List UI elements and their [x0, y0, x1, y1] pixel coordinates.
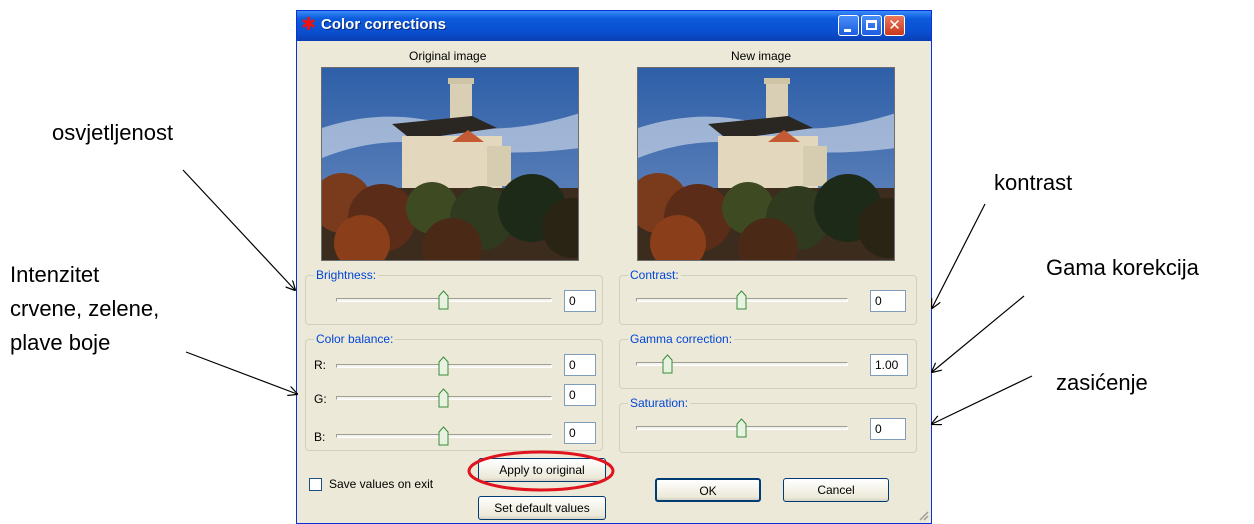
apply-highlight-ellipse: [467, 450, 615, 492]
gamma-correction-group: Gamma correction: 1.00: [619, 332, 917, 389]
gamma-correction-label: Gamma correction:: [628, 332, 735, 346]
save-values-checkbox[interactable]: [309, 478, 322, 491]
annotation-color-balance-1: Intenzitet: [10, 262, 100, 287]
contrast-label: Contrast:: [628, 268, 681, 282]
arrow-color-balance: [185, 351, 297, 394]
castle-photo-new: [638, 68, 894, 260]
blue-slider-thumb[interactable]: [438, 426, 449, 446]
cancel-button[interactable]: Cancel: [783, 478, 889, 502]
red-value-input[interactable]: 0: [564, 354, 596, 376]
arrow-brightness: [182, 169, 295, 290]
annotation-color-balance-3: plave boje: [10, 330, 111, 355]
minimize-button[interactable]: [838, 15, 859, 36]
contrast-group: Contrast: 0: [619, 268, 917, 325]
resize-grip-icon[interactable]: [917, 509, 929, 521]
annotation-contrast: kontrast: [994, 170, 1073, 195]
close-button[interactable]: ✕: [884, 15, 905, 36]
red-slider-thumb[interactable]: [438, 356, 449, 376]
blue-value-input[interactable]: 0: [564, 422, 596, 444]
maximize-button[interactable]: [861, 15, 882, 36]
saturation-slider-thumb[interactable]: [736, 418, 747, 438]
app-icon: ✱: [301, 14, 317, 35]
arrow-saturation: [932, 375, 1033, 424]
gamma-slider-thumb[interactable]: [662, 354, 673, 374]
ok-button[interactable]: OK: [655, 478, 761, 502]
original-image-preview: [321, 67, 579, 261]
gamma-value-input[interactable]: 1.00: [870, 354, 908, 376]
window-title: Color corrections: [321, 16, 447, 33]
brightness-group: Brightness: 0: [305, 268, 603, 325]
red-channel-label: R:: [314, 358, 326, 372]
set-default-values-button[interactable]: Set default values: [478, 496, 606, 520]
original-image-caption: Original image: [409, 49, 487, 63]
brightness-label: Brightness:: [314, 268, 379, 282]
new-image-caption: New image: [731, 49, 792, 63]
saturation-value-input[interactable]: 0: [870, 418, 906, 440]
brightness-slider-thumb[interactable]: [438, 290, 449, 310]
annotation-saturation: zasićenje: [1056, 370, 1148, 395]
title-bar[interactable]: ✱ Color corrections ✕: [297, 11, 931, 41]
new-image-preview: [637, 67, 895, 261]
minimize-icon: [844, 29, 851, 32]
green-slider-thumb[interactable]: [438, 388, 449, 408]
arrow-gamma: [932, 295, 1025, 372]
annotation-brightness: osvjetljenost: [52, 120, 174, 145]
brightness-value-input[interactable]: 0: [564, 290, 596, 312]
color-corrections-dialog: ✱ Color corrections ✕ Original image New…: [296, 10, 932, 524]
contrast-value-input[interactable]: 0: [870, 290, 906, 312]
saturation-label: Saturation:: [628, 396, 691, 410]
saturation-group: Saturation: 0: [619, 396, 917, 453]
green-channel-label: G:: [314, 392, 327, 406]
castle-photo-original: [322, 68, 578, 260]
green-value-input[interactable]: 0: [564, 384, 596, 406]
annotation-gamma: Gama korekcija: [1046, 255, 1199, 280]
annotation-color-balance-2: crvene, zelene,: [10, 296, 160, 321]
color-balance-group: Color balance: R: 0 G: 0 B: 0: [305, 332, 603, 451]
color-balance-label: Color balance:: [314, 332, 396, 346]
save-values-label[interactable]: Save values on exit: [329, 477, 433, 491]
contrast-slider-thumb[interactable]: [736, 290, 747, 310]
maximize-icon: [866, 20, 877, 30]
blue-channel-label: B:: [314, 430, 326, 444]
close-icon: ✕: [888, 16, 901, 34]
arrow-contrast: [932, 203, 986, 308]
